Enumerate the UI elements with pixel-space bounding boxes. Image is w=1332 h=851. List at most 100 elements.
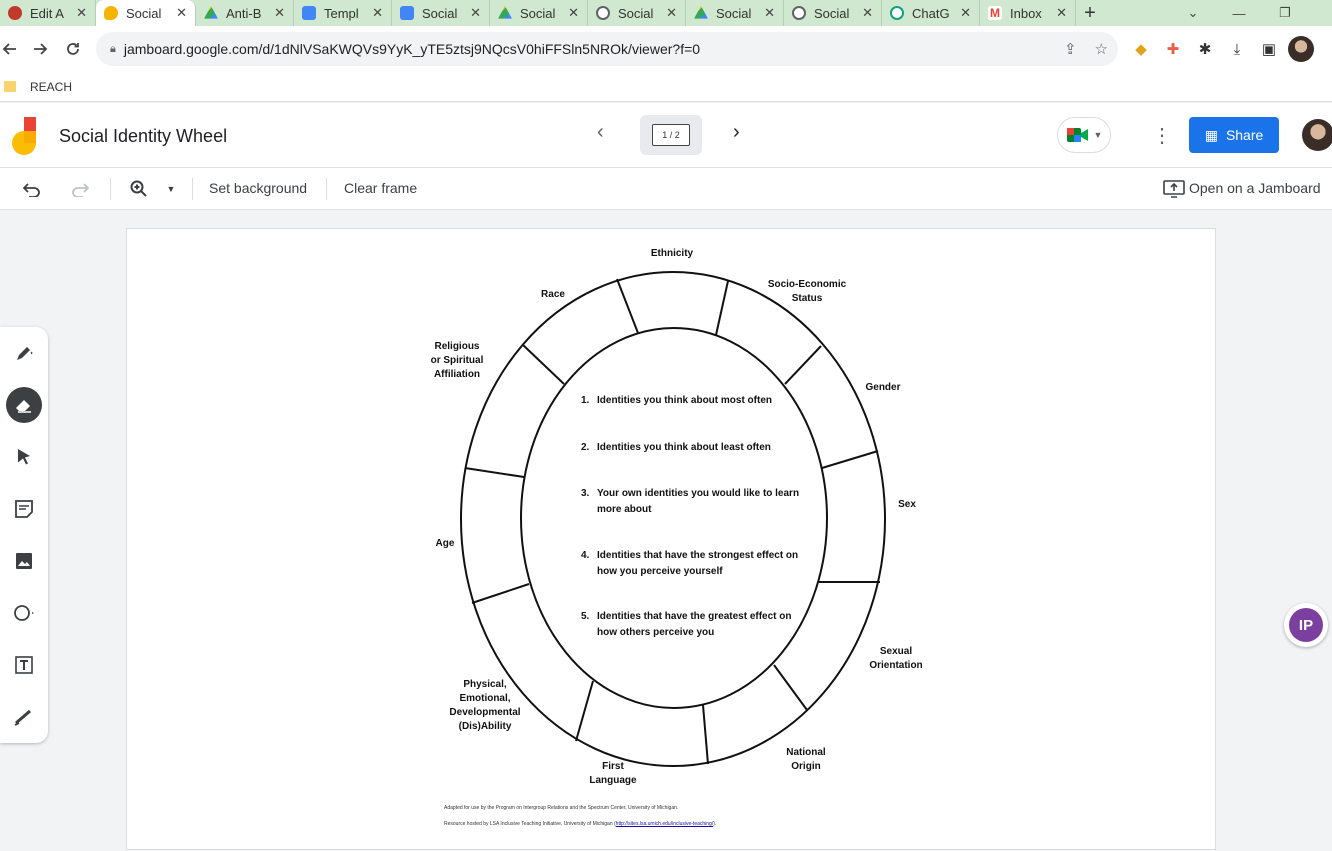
- question-item: Identities that have the greatest effect…: [597, 609, 817, 640]
- close-icon[interactable]: ✕: [862, 5, 873, 21]
- meet-button[interactable]: ▼: [1057, 117, 1111, 153]
- profile-avatar[interactable]: [1288, 36, 1314, 62]
- browser-tab[interactable]: Social ✕: [588, 0, 686, 26]
- more-options-icon[interactable]: ⋮: [1152, 123, 1172, 148]
- jamboard-toolbar: ▼ Set background Clear frame Open on a J…: [0, 168, 1332, 210]
- close-icon[interactable]: ✕: [568, 5, 579, 21]
- question-number: 3.: [581, 488, 590, 499]
- question-item: Identities you think about least often: [597, 440, 817, 456]
- bookmark-folder-reach[interactable]: REACH: [30, 80, 72, 94]
- label-line: Origin: [791, 761, 821, 772]
- browser-tab[interactable]: Social ✕: [392, 0, 490, 26]
- download-icon[interactable]: ⤓: [1224, 36, 1250, 62]
- shape-icon[interactable]: [6, 595, 42, 631]
- tab-search-icon[interactable]: ⌄: [1170, 0, 1216, 26]
- image-icon[interactable]: [6, 543, 42, 579]
- forward-arrow-icon[interactable]: [24, 33, 56, 65]
- question-line: Identities you think about most often: [597, 395, 772, 406]
- close-icon[interactable]: ✕: [274, 5, 285, 21]
- text-box-icon[interactable]: [6, 647, 42, 683]
- extension-icon[interactable]: ✚: [1160, 36, 1186, 62]
- browser-tab[interactable]: M Inbox ✕: [980, 0, 1076, 26]
- label-race: Race: [541, 289, 565, 300]
- zoom-dropdown-icon[interactable]: ▼: [157, 176, 185, 202]
- cursor-icon[interactable]: [6, 439, 42, 475]
- question-line: more about: [597, 503, 652, 515]
- minimize-icon[interactable]: —: [1216, 0, 1262, 26]
- set-background-button[interactable]: Set background: [209, 180, 307, 196]
- extensions-puzzle-icon[interactable]: ✱: [1192, 36, 1218, 62]
- frame-counter: 1 / 2: [652, 124, 690, 146]
- label-line: National: [786, 747, 826, 758]
- label-line: Orientation: [869, 660, 923, 671]
- close-icon[interactable]: ✕: [666, 5, 677, 21]
- open-on-jamboard-icon: [1160, 176, 1188, 202]
- document-title[interactable]: Social Identity Wheel: [59, 126, 227, 147]
- zoom-icon[interactable]: [125, 176, 153, 202]
- browser-tab[interactable]: Edit A ✕: [0, 0, 96, 26]
- people-icon: ▦: [1204, 126, 1218, 143]
- omnibox[interactable]: 🔒︎ jamboard.google.com/d/1dNlVSaKWQVs9Yy…: [96, 32, 1118, 66]
- close-icon[interactable]: ✕: [764, 5, 775, 21]
- reload-icon[interactable]: [57, 33, 89, 65]
- tab-title: Anti-B: [226, 5, 262, 21]
- share-button[interactable]: ▦ Share: [1189, 117, 1279, 153]
- bookmark-star-icon[interactable]: ☆: [1095, 40, 1108, 58]
- caret-down-icon: ▼: [1093, 130, 1103, 140]
- next-frame-icon[interactable]: ›: [733, 121, 740, 144]
- open-on-jamboard-button[interactable]: Open on a Jamboard: [1189, 180, 1321, 196]
- eraser-icon[interactable]: [6, 387, 42, 423]
- docs-favicon-icon: [302, 6, 316, 20]
- label-line: Socio-Economic: [767, 279, 847, 290]
- undo-icon[interactable]: [18, 176, 46, 202]
- new-tab-icon[interactable]: +: [1076, 2, 1104, 25]
- label-line: First: [602, 761, 624, 772]
- browser-tab-active[interactable]: Social ✕: [96, 0, 196, 26]
- tab-title: Inbox: [1010, 5, 1042, 21]
- previous-frame-icon[interactable]: ‹: [597, 121, 604, 144]
- canvas-area: Ethnicity Socio-Economic Status Race Rel…: [0, 211, 1332, 850]
- jam-frame[interactable]: Ethnicity Socio-Economic Status Race Rel…: [126, 228, 1216, 850]
- label-line: Physical,: [463, 679, 507, 690]
- question-item: Identities you think about most often: [597, 393, 817, 409]
- close-icon[interactable]: ✕: [176, 5, 187, 21]
- docs-favicon-icon: [400, 6, 414, 20]
- question-line: Identities that have the strongest effec…: [597, 550, 799, 561]
- clear-frame-button[interactable]: Clear frame: [344, 180, 417, 196]
- pen-icon[interactable]: [6, 335, 42, 371]
- side-panel-icon[interactable]: ▣: [1256, 36, 1282, 62]
- drive-favicon-icon: [498, 6, 512, 19]
- close-icon[interactable]: ✕: [1056, 5, 1067, 21]
- sticky-note-icon[interactable]: [6, 491, 42, 527]
- browser-tab[interactable]: Social ✕: [490, 0, 588, 26]
- label-national-origin: National Origin: [773, 746, 839, 774]
- frame-bar-button[interactable]: 1 / 2: [640, 115, 702, 155]
- credit-link[interactable]: http://sites.lsa.umich.edu/inclusive-tea…: [616, 821, 714, 827]
- browser-tab[interactable]: Anti-B ✕: [196, 0, 294, 26]
- close-icon[interactable]: ✕: [76, 5, 87, 21]
- chatgpt-favicon-icon: [890, 6, 904, 20]
- tab-title: Social: [814, 5, 850, 21]
- question-number: 2.: [581, 442, 590, 453]
- browser-tab[interactable]: Templ ✕: [294, 0, 392, 26]
- credit-text: ).: [713, 821, 717, 827]
- account-avatar[interactable]: [1302, 119, 1332, 151]
- label-gender: Gender: [865, 382, 901, 393]
- browser-tab[interactable]: Social ✕: [784, 0, 882, 26]
- restore-icon[interactable]: ❐: [1262, 0, 1308, 26]
- close-icon[interactable]: ✕: [372, 5, 383, 21]
- back-arrow-icon[interactable]: [0, 33, 26, 65]
- laser-icon[interactable]: [6, 699, 42, 735]
- inner-ring: [520, 327, 828, 709]
- question-item: Your own identities you would like to le…: [597, 486, 817, 517]
- browser-tab[interactable]: ChatG ✕: [882, 0, 980, 26]
- question-line: how you perceive yourself: [597, 565, 723, 577]
- label-line: Sexual: [879, 646, 913, 657]
- redo-icon[interactable]: [66, 176, 94, 202]
- extension-badge[interactable]: IP: [1284, 603, 1328, 647]
- close-icon[interactable]: ✕: [470, 5, 481, 21]
- extension-icon[interactable]: ◆: [1128, 36, 1154, 62]
- browser-tab[interactable]: Social ✕: [686, 0, 784, 26]
- share-page-icon[interactable]: ⇪: [1064, 40, 1077, 58]
- close-icon[interactable]: ✕: [960, 5, 971, 21]
